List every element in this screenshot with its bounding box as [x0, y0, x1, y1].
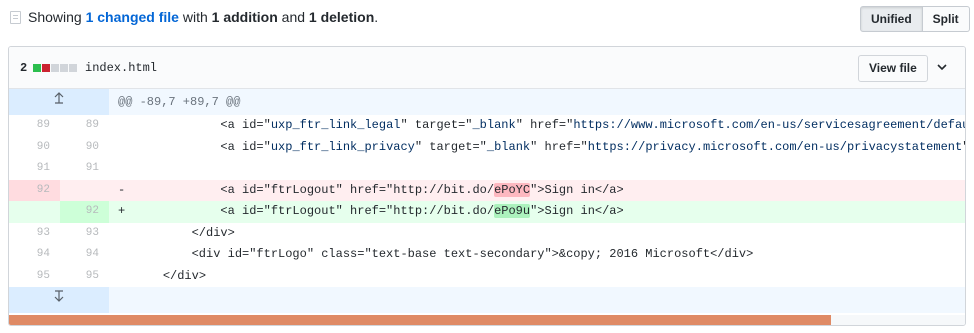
new-line-number[interactable]: 94: [60, 244, 109, 266]
old-line-number[interactable]: 92: [9, 179, 60, 201]
code-token: _blank: [472, 118, 516, 132]
old-line-number[interactable]: [9, 201, 60, 223]
summary-and: and: [277, 9, 309, 25]
diff-marker: [118, 244, 134, 266]
file-diff: 2 index.html View file @@ -89,7 +89,7 @@…: [8, 46, 966, 326]
changed-token: ePo9u: [494, 204, 531, 218]
line-code: <a id="uxp_ftr_link_privacy" target="_bl…: [109, 137, 965, 159]
code-token: </div>: [162, 268, 207, 283]
diff-line: 91 91: [9, 158, 965, 180]
horizontal-scrollbar[interactable]: [9, 315, 965, 325]
code-token: https://www.microsoft.com/en-us/services…: [573, 118, 965, 132]
code-token: " target=": [400, 118, 473, 132]
old-line-number[interactable]: 90: [9, 137, 60, 159]
summary-prefix: Showing: [28, 9, 86, 25]
code-token: uxp_ftr_link_legal: [270, 118, 401, 132]
summary-suffix: .: [374, 9, 379, 25]
hunk-text: @@ -89,7 +89,7 @@: [109, 89, 965, 115]
code-token: <div id="ftrLogo" class="text-base text-…: [191, 247, 754, 261]
deletions-count: 1 deletion: [308, 9, 375, 25]
summary-with: with: [178, 9, 212, 25]
code-token: ">Sign in</a>: [530, 204, 624, 218]
view-file-button[interactable]: View file: [858, 55, 928, 82]
diff-marker: [118, 158, 134, 180]
scrollbar-thumb[interactable]: [9, 315, 831, 325]
changed-files-link[interactable]: 1 changed file: [86, 9, 179, 25]
line-code: - <a id="ftrLogout" href="http://bit.do/…: [109, 179, 965, 201]
changed-token: ePoYC: [494, 182, 531, 197]
line-code: <div id="ftrLogo" class="text-base text-…: [109, 244, 965, 266]
diff-table: @@ -89,7 +89,7 @@ 89 89 <a id="uxp_ftr_li…: [9, 89, 965, 313]
file-name[interactable]: index.html: [85, 61, 157, 75]
split-button[interactable]: Split: [922, 6, 970, 32]
code-token: <a id="ftrLogout" href="http://bit.do/: [220, 204, 495, 218]
code-token: ">Sign in</a>: [530, 182, 624, 197]
diffstat-add-block: [33, 64, 41, 72]
diff-view-toggle: Unified Split: [860, 6, 970, 32]
diff-line: 90 90 <a id="uxp_ftr_link_privacy" target…: [9, 137, 965, 159]
new-line-number[interactable]: 95: [60, 266, 109, 288]
hunk-footer: [9, 287, 965, 313]
old-line-number[interactable]: 89: [9, 115, 60, 137]
new-line-number[interactable]: 89: [60, 115, 109, 137]
line-code: + <a id="ftrLogout" href="http://bit.do/…: [109, 201, 965, 223]
diffstat-neutral-block: [51, 64, 59, 72]
diffstat-blocks: [33, 64, 77, 72]
diff-marker: [118, 266, 134, 288]
diff-marker: -: [118, 182, 126, 197]
hunk-header: @@ -89,7 +89,7 @@: [9, 89, 965, 115]
code-token: " href=": [515, 118, 574, 132]
unified-button[interactable]: Unified: [860, 6, 923, 32]
old-line-number[interactable]: 91: [9, 158, 60, 180]
diffstat-count: 2: [20, 61, 28, 75]
line-code: [109, 158, 965, 180]
diff-line: 93 93 </div>: [9, 223, 965, 245]
file-header: 2 index.html View file: [9, 47, 965, 89]
code-token: <a id=": [220, 139, 271, 154]
code-token: uxp_ftr_link_privacy: [270, 139, 415, 154]
chevron-down-icon[interactable]: [934, 57, 950, 77]
expand-up-icon[interactable]: [9, 89, 109, 115]
new-line-number[interactable]: 93: [60, 223, 109, 245]
diff-line: 92 - <a id="ftrLogout" href="http://bit.d…: [9, 179, 965, 201]
expand-down-icon[interactable]: [9, 287, 109, 313]
diffstat-neutral-block: [69, 64, 77, 72]
diff-marker: +: [118, 204, 126, 218]
new-line-number[interactable]: 91: [60, 158, 109, 180]
diff-line: 95 95 </div>: [9, 266, 965, 288]
new-line-number[interactable]: 92: [60, 201, 109, 223]
line-code: <a id="uxp_ftr_link_legal" target="_blan…: [109, 115, 965, 137]
new-line-number[interactable]: 90: [60, 137, 109, 159]
code-token: ">Privacy &: [962, 140, 965, 154]
file-diff-icon: [10, 11, 21, 24]
code-token: " href=": [530, 139, 588, 154]
old-line-number[interactable]: 95: [9, 266, 60, 288]
code-token: https://privacy.microsoft.com/en-us/priv…: [587, 139, 963, 154]
diff-summary: Showing 1 changed file with 1 addition a…: [8, 0, 970, 38]
diffstat-neutral-block: [60, 64, 68, 72]
additions-count: 1 addition: [211, 9, 278, 25]
diff-line: 94 94 <div id="ftrLogo" class="text-base …: [9, 244, 965, 266]
old-line-number[interactable]: 93: [9, 223, 60, 245]
line-code: </div>: [109, 223, 965, 245]
code-token: <a id="ftrLogout" href="http://bit.do/: [220, 182, 495, 197]
diff-marker: [118, 223, 134, 245]
diffstat-delete-block: [42, 64, 50, 72]
code-token: </div>: [191, 225, 235, 240]
diff-marker: [118, 115, 134, 137]
diff-marker: [118, 137, 134, 159]
old-line-number[interactable]: 94: [9, 244, 60, 266]
diff-line: 89 89 <a id="uxp_ftr_link_legal" target="…: [9, 115, 965, 137]
diff-line: 92 + <a id="ftrLogout" href="http://bit.d…: [9, 201, 965, 223]
line-code: </div>: [109, 266, 965, 288]
code-token: <a id=": [220, 118, 271, 132]
code-token: " target=": [414, 139, 487, 154]
diff-lines: 89 89 <a id="uxp_ftr_link_legal" target="…: [9, 115, 965, 288]
summary-text: Showing 1 changed file with 1 addition a…: [28, 9, 378, 25]
new-line-number[interactable]: [60, 179, 109, 201]
code-token: _blank: [486, 139, 531, 154]
